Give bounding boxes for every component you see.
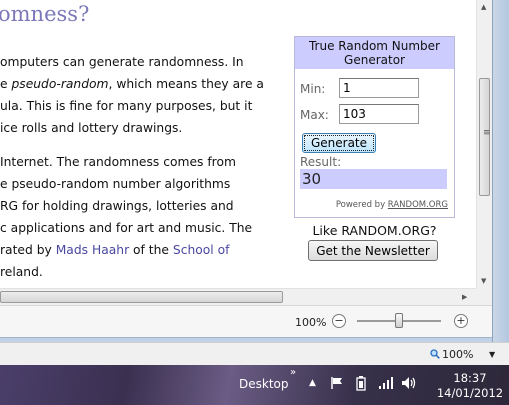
show-hidden-icons-icon[interactable]: ▲ [309, 378, 316, 388]
article-text: omputers can generate randomness. In [0, 55, 244, 69]
action-center-flag-icon[interactable] [330, 376, 344, 394]
max-input[interactable] [339, 104, 419, 124]
article-text: RG for holding drawings, lotteries and [0, 199, 234, 213]
article-text: of the [129, 243, 173, 257]
school-link[interactable]: School of [173, 243, 230, 257]
scrollbar-corner [476, 288, 492, 305]
article-line: rated by Mads Haahr of the School of [0, 243, 229, 257]
newsletter-prompt: Like RANDOM.ORG? [312, 223, 437, 238]
author-link[interactable]: Mads Haahr [56, 243, 129, 257]
scroll-right-arrow-icon[interactable]: ▶ [462, 293, 467, 301]
network-signal-icon[interactable] [378, 376, 394, 394]
zoom-dropdown-icon[interactable]: ▼ [489, 350, 495, 359]
vertical-scrollbar[interactable]: ▲ ≡ ▼ [476, 0, 493, 288]
zoom-magnifier-icon [430, 349, 440, 359]
zoom-in-icon[interactable]: + [454, 314, 468, 328]
random-number-widget: True Random Number Generator Min: Max: G… [294, 36, 455, 218]
powered-by: Powered by RANDOM.ORG [336, 200, 448, 210]
article-text: ice rolls and lottery drawings. [0, 121, 183, 135]
window-frame-right [492, 0, 509, 342]
volume-icon[interactable] [401, 376, 417, 394]
min-label: Min: [300, 82, 326, 96]
result-label: Result: [300, 155, 342, 169]
newsletter-button[interactable]: Get the Newsletter [308, 240, 438, 261]
status-zoom-value: 100% [442, 348, 474, 361]
article-line: ice rolls and lottery drawings. [0, 121, 182, 135]
article-text: reland. [0, 265, 43, 279]
system-clock[interactable]: 18:37 14/01/2012 [434, 371, 506, 401]
article-emphasis: pseudo-random [11, 77, 109, 91]
article-text: e pseudo-random number algorithms [0, 177, 231, 191]
article-text: Internet. The randomness comes from [0, 155, 236, 169]
horizontal-scroll-thumb[interactable] [0, 291, 283, 303]
browser-status-bar: 100% ▼ [0, 342, 509, 366]
vertical-scroll-thumb[interactable]: ≡ [479, 78, 491, 196]
max-label: Max: [300, 108, 329, 122]
article-text: , which means they are a [108, 77, 264, 91]
taskbar: Desktop » ▲ 18:37 14/01/2012 [0, 365, 509, 405]
scroll-down-arrow-icon[interactable]: ▼ [481, 277, 486, 285]
battery-icon[interactable] [356, 376, 366, 395]
grip-icon: ≡ [483, 128, 491, 138]
clock-date: 14/01/2012 [436, 386, 504, 400]
article-line: e pseudo-random, which means they are a [0, 77, 264, 91]
min-input[interactable] [339, 78, 419, 98]
article-line: ula. This is fine for many purposes, but… [0, 99, 252, 113]
article-text: rated by [0, 243, 56, 257]
horizontal-scrollbar[interactable]: ▶ [0, 288, 476, 306]
generate-button[interactable]: Generate [302, 133, 376, 153]
clock-time: 18:37 [453, 371, 487, 385]
article-line: RG for holding drawings, lotteries and [0, 199, 234, 213]
zoom-percent: 100% [295, 316, 327, 329]
article-line: e pseudo-random number algorithms [0, 177, 230, 191]
toolbar-overflow-icon[interactable]: » [290, 367, 296, 378]
zoom-out-icon[interactable]: − [332, 314, 346, 328]
article-text: e [0, 77, 12, 91]
zoom-bar: 100% − + [0, 305, 492, 338]
desktop-toolbar-label[interactable]: Desktop [239, 377, 289, 391]
widget-title: True Random Number Generator [295, 37, 454, 69]
speaker-icon [402, 377, 416, 389]
status-zoom[interactable]: 100% [430, 348, 473, 361]
web-page-viewport: omness? omputers can generate randomness… [0, 0, 476, 288]
powered-by-text: Powered by [335, 200, 388, 210]
battery-shape-icon [356, 376, 366, 391]
article-line: c applications and for art and music. Th… [0, 221, 252, 235]
article-text: ula. This is fine for many purposes, but… [0, 99, 253, 113]
article-line: Internet. The randomness comes from [0, 155, 236, 169]
article-line: omputers can generate randomness. In [0, 55, 244, 69]
article-text: c applications and for art and music. Th… [0, 221, 253, 235]
signal-bars-icon [379, 377, 393, 389]
result-value: 30 [300, 169, 447, 189]
random-org-link[interactable]: RANDOM.ORG [388, 200, 448, 210]
zoom-slider-thumb[interactable] [395, 313, 403, 328]
page-title: omness? [0, 2, 90, 26]
article-line: reland. [0, 265, 43, 279]
flag-icon [331, 377, 342, 389]
scroll-up-arrow-icon[interactable]: ▲ [481, 3, 486, 11]
